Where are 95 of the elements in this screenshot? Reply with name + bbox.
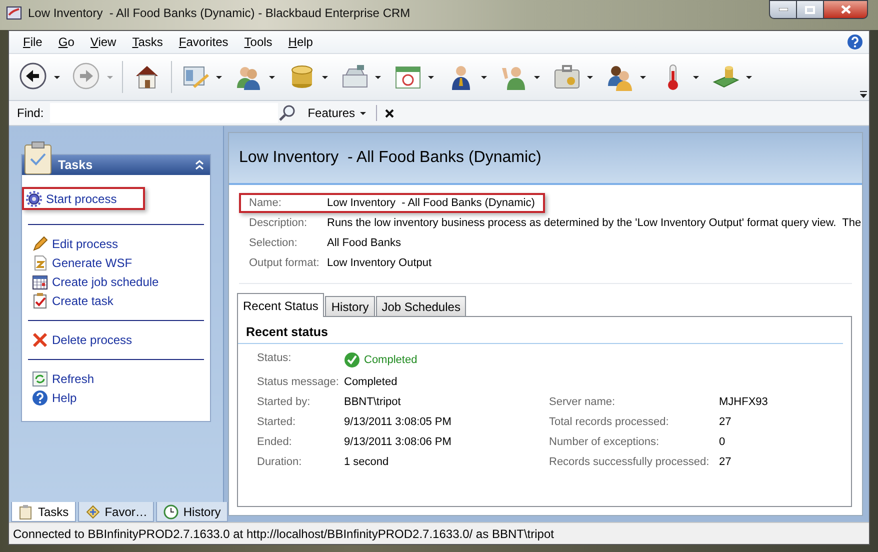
caret-icon xyxy=(216,76,222,78)
caret-icon xyxy=(322,76,328,78)
pencil-icon xyxy=(32,236,48,252)
maximize-button[interactable] xyxy=(796,0,823,19)
clipboard-icon xyxy=(18,504,34,520)
clock-icon xyxy=(163,504,180,520)
caret-icon xyxy=(360,112,366,114)
caret-icon xyxy=(107,76,113,78)
document-icon xyxy=(32,255,48,271)
caret-icon xyxy=(693,76,699,78)
menu-item[interactable]: Go xyxy=(50,35,82,49)
caret-icon xyxy=(481,76,487,78)
task-link[interactable]: Create task xyxy=(28,292,118,310)
help-icon[interactable] xyxy=(847,34,863,50)
nav-tab[interactable]: History xyxy=(156,502,228,522)
field-value: 27 xyxy=(719,455,732,470)
caret-icon xyxy=(54,76,60,78)
field-value: Low Inventory Output xyxy=(327,256,432,271)
menu-item[interactable]: Help xyxy=(280,35,321,49)
task-link[interactable]: Start process xyxy=(22,187,145,210)
field-label: Description: xyxy=(249,216,308,231)
tab[interactable]: Recent Status xyxy=(237,293,324,317)
field-value: BBNT\tripot xyxy=(344,395,402,410)
find-field[interactable] xyxy=(50,103,278,123)
field-label: Started by: xyxy=(257,395,312,410)
delete-icon xyxy=(32,332,48,348)
task-link[interactable]: Generate WSF xyxy=(28,254,136,272)
task-link[interactable]: Edit process xyxy=(28,235,122,253)
tab[interactable]: Job Schedules xyxy=(376,296,466,316)
search-icon[interactable] xyxy=(278,104,296,122)
caret-icon xyxy=(269,76,275,78)
field-value: Low Inventory - All Food Banks (Dynamic) xyxy=(327,196,535,211)
features-dropdown[interactable]: Features xyxy=(304,106,370,120)
gear-icon xyxy=(26,190,42,206)
find-label: Find: xyxy=(16,106,45,120)
minimize-icon xyxy=(778,8,788,11)
help-icon xyxy=(32,390,48,406)
field-label: Output format: xyxy=(249,256,320,271)
task-link[interactable]: Help xyxy=(28,389,81,407)
close-icon xyxy=(385,108,394,118)
field-value: 9/13/2011 3:08:05 PM xyxy=(344,415,452,430)
caret-icon xyxy=(428,76,434,78)
menu-item[interactable]: View xyxy=(82,35,124,49)
field-label: Started: xyxy=(257,415,297,430)
minimize-button[interactable] xyxy=(769,0,796,19)
field-value: 9/13/2011 3:08:06 PM xyxy=(344,435,452,450)
task-link[interactable]: Create job schedule xyxy=(28,273,163,291)
maximize-icon xyxy=(805,6,815,14)
field-label: Status message: xyxy=(257,375,340,390)
field-label: Ended: xyxy=(257,435,293,450)
menu-item[interactable]: Tasks xyxy=(124,35,171,49)
field-value: MJHFX93 xyxy=(719,395,769,410)
field-label: Number of exceptions: xyxy=(549,435,660,450)
field-label: Records successfully processed: xyxy=(549,455,710,470)
field-label: Server name: xyxy=(549,395,616,410)
check-icon xyxy=(344,352,360,368)
section-title: Recent status xyxy=(238,317,843,344)
field-value: 0 xyxy=(719,435,726,450)
app-icon xyxy=(6,5,22,21)
caret-icon xyxy=(534,76,540,78)
refresh-icon xyxy=(32,371,48,387)
caret-icon xyxy=(587,76,593,78)
field-value: All Food Banks xyxy=(327,236,401,251)
task-link[interactable]: Refresh xyxy=(28,370,98,388)
window-title: Low Inventory - All Food Banks (Dynamic) - Blackbaud Enterprise CRM xyxy=(28,6,410,20)
tab[interactable]: History xyxy=(325,296,375,316)
caret-icon xyxy=(746,76,752,78)
caret-icon xyxy=(640,76,646,78)
nav-tab[interactable]: Favor… xyxy=(78,502,154,522)
task-link[interactable]: Delete process xyxy=(28,331,136,349)
menu-item[interactable]: File xyxy=(15,35,50,49)
menu-item[interactable]: Favorites xyxy=(170,35,236,49)
collapse-icon[interactable] xyxy=(195,160,204,170)
panel-title: Tasks xyxy=(58,158,94,172)
field-label: Status: xyxy=(257,351,292,366)
checklist-icon xyxy=(32,293,48,309)
calendar-icon xyxy=(32,274,48,290)
page-title: Low Inventory - All Food Banks (Dynamic) xyxy=(229,133,862,185)
clear-button[interactable] xyxy=(383,106,396,120)
field-value: Completed xyxy=(344,375,398,390)
status-text: Connected to BBInfinityPROD2.7.1633.0 at http://localhost/BBInfinityPROD2.7.1633.0/ as BBNT\tripot xyxy=(13,526,554,540)
field-value: 27 xyxy=(719,415,732,430)
field-label: Name: xyxy=(249,196,282,211)
field-label: Total records processed: xyxy=(549,415,670,430)
field-label: Selection: xyxy=(249,236,298,251)
overflow-icon[interactable] xyxy=(860,91,867,98)
nav-tab[interactable]: Tasks xyxy=(11,502,76,522)
caret-icon xyxy=(375,76,381,78)
field-value: Runs the low inventory business process as determined by the 'Low Inventory Output' format query view. The xyxy=(327,216,862,231)
field-label: Duration: xyxy=(257,455,303,470)
status-value: Completed xyxy=(364,354,418,366)
close-icon xyxy=(840,5,850,14)
field-value: 1 second xyxy=(344,455,390,470)
close-button[interactable] xyxy=(823,0,868,19)
menu-item[interactable]: Tools xyxy=(236,35,280,49)
